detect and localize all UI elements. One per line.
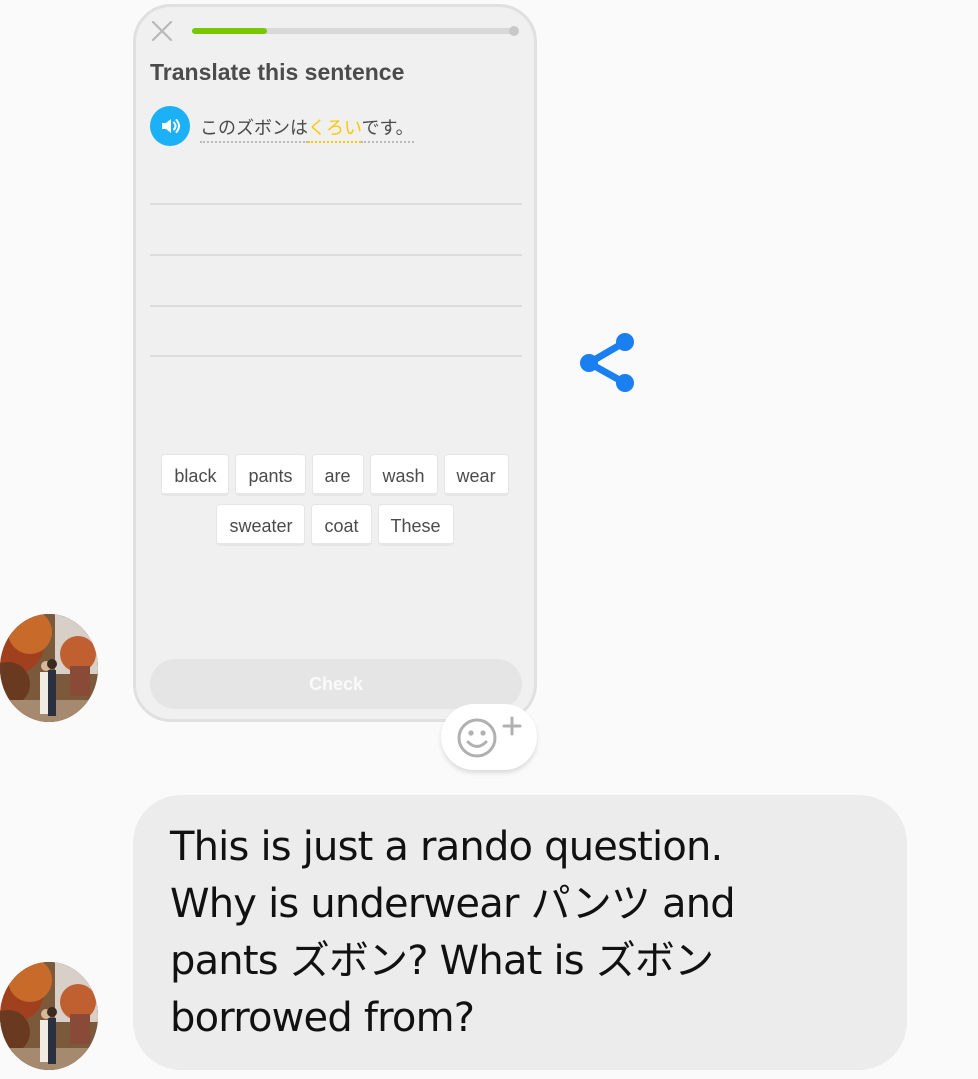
check-button[interactable]: Check bbox=[150, 659, 522, 709]
japanese-sentence: このズボンはくろいです。 bbox=[200, 114, 414, 143]
avatar[interactable] bbox=[0, 962, 98, 1070]
progress-end-dot bbox=[509, 26, 519, 36]
answer-line bbox=[150, 305, 522, 307]
word-bank-row: black pants are wash wear bbox=[136, 454, 534, 496]
message-line: borrowed from? bbox=[170, 995, 475, 1041]
word-bank: black pants are wash wear sweater coat T… bbox=[136, 454, 534, 554]
word-chip-sweater[interactable]: sweater bbox=[216, 504, 306, 546]
message-bubble[interactable]: This is just a rando question. Why is un… bbox=[133, 795, 907, 1070]
word-chip-wear[interactable]: wear bbox=[443, 454, 509, 496]
answer-line bbox=[150, 203, 522, 205]
close-icon bbox=[151, 20, 173, 42]
message-line: This is just a rando question. bbox=[170, 824, 723, 870]
prompt-title: Translate this sentence bbox=[150, 59, 405, 85]
word-chip-pants[interactable]: pants bbox=[235, 454, 306, 496]
shared-lesson-image[interactable]: Translate this sentence このズボンはくろいです。 bla… bbox=[133, 4, 537, 722]
word-chip-these[interactable]: These bbox=[377, 504, 454, 546]
share-icon[interactable] bbox=[578, 330, 640, 396]
word-chip-wash[interactable]: wash bbox=[369, 454, 438, 496]
chat-screen: Translate this sentence このズボンはくろいです。 bla… bbox=[0, 0, 978, 1079]
word-chip-black[interactable]: black bbox=[161, 454, 230, 496]
answer-line bbox=[150, 254, 522, 256]
word-chip-are[interactable]: are bbox=[311, 454, 364, 496]
message-line: pants ズボン? What is ズボン bbox=[170, 938, 714, 984]
word-bank-row: sweater coat These bbox=[136, 504, 534, 546]
speaker-icon bbox=[150, 106, 190, 146]
sentence-part: です。 bbox=[361, 118, 414, 143]
answer-line bbox=[150, 355, 522, 357]
avatar[interactable] bbox=[0, 614, 98, 722]
lesson-progress-bar bbox=[192, 26, 519, 36]
add-reaction-icon bbox=[457, 716, 522, 758]
message-line: Why is underwear パンツ and bbox=[170, 881, 736, 927]
lesson-progress-fill bbox=[192, 28, 267, 34]
add-reaction-button[interactable] bbox=[441, 704, 537, 770]
sentence-part-highlighted: くろい bbox=[308, 118, 362, 143]
word-chip-coat[interactable]: coat bbox=[311, 504, 372, 546]
sentence-part: このズボンは bbox=[200, 118, 308, 143]
message-text: This is just a rando question. Why is un… bbox=[170, 819, 877, 1047]
